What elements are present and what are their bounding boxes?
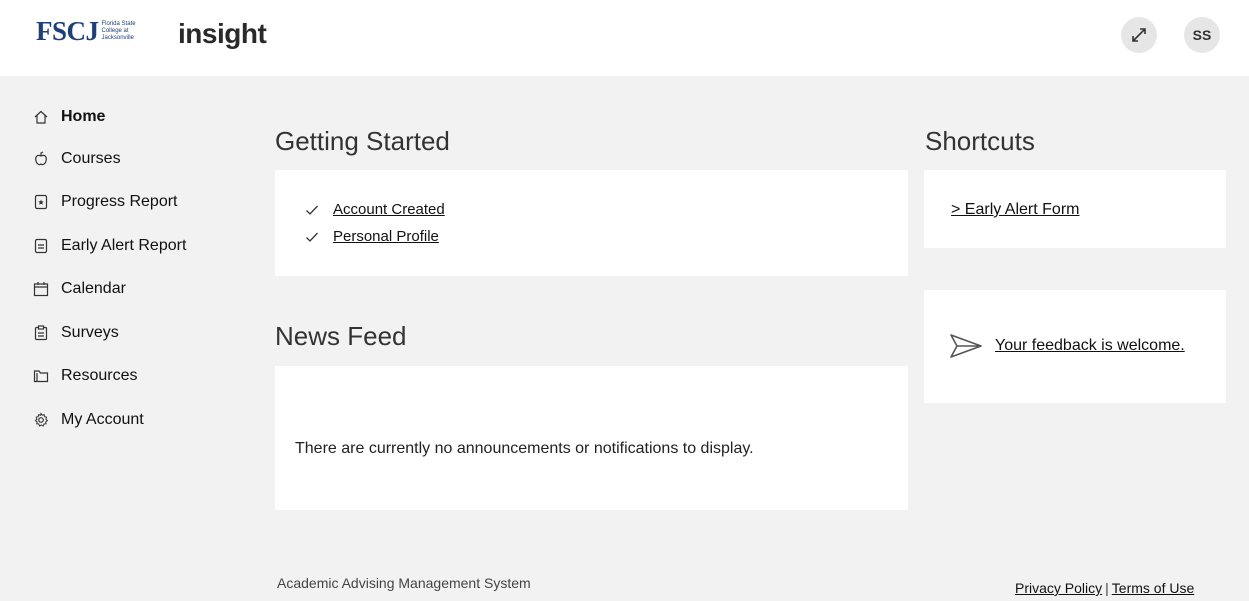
footer-system-name: Academic Advising Management System	[277, 575, 531, 591]
sidebar-item-label: My Account	[61, 410, 144, 428]
sidebar-item-progress-report[interactable]: Progress Report	[32, 181, 232, 225]
sidebar-item-my-account[interactable]: My Account	[32, 398, 232, 442]
news-feed-card: There are currently no announcements or …	[275, 366, 908, 510]
star-document-icon	[32, 193, 50, 211]
privacy-policy-link[interactable]: Privacy Policy	[1015, 580, 1102, 596]
calendar-icon	[32, 280, 50, 298]
news-feed-empty-message: There are currently no announcements or …	[295, 440, 754, 457]
sidebar-item-early-alert-report[interactable]: Early Alert Report	[32, 224, 232, 268]
terms-of-use-link[interactable]: Terms of Use	[1112, 580, 1194, 596]
feedback-row[interactable]: Your feedback is welcome.	[949, 332, 1185, 360]
early-alert-form-link[interactable]: > Early Alert Form	[951, 201, 1079, 219]
checkmark-icon	[306, 205, 318, 215]
app-logo[interactable]: insight	[178, 18, 267, 50]
sidebar-item-label: Early Alert Report	[61, 236, 187, 254]
sidebar-item-calendar[interactable]: Calendar	[32, 268, 232, 312]
news-feed-title: News Feed	[275, 321, 407, 351]
sidebar-item-label: Resources	[61, 367, 138, 385]
expand-icon	[1132, 28, 1146, 42]
feedback-card: Your feedback is welcome.	[924, 290, 1226, 403]
getting-started-title: Getting Started	[275, 126, 450, 156]
gear-icon	[32, 411, 50, 429]
document-icon	[32, 237, 50, 255]
sidebar-item-label: Surveys	[61, 323, 119, 341]
sidebar-item-surveys[interactable]: Surveys	[32, 311, 232, 355]
sidebar-item-label: Progress Report	[61, 193, 178, 211]
sidebar-item-resources[interactable]: Resources	[32, 355, 232, 399]
sidebar-item-label: Calendar	[61, 280, 126, 298]
account-created-link[interactable]: Account Created	[333, 201, 445, 218]
folder-icon	[32, 367, 50, 385]
apple-icon	[32, 150, 50, 168]
checklist-item: Account Created	[305, 201, 445, 218]
home-icon	[32, 108, 50, 126]
checklist-item: Personal Profile	[305, 228, 439, 245]
shortcuts-title: Shortcuts	[925, 126, 1035, 156]
personal-profile-link[interactable]: Personal Profile	[333, 228, 439, 245]
top-bar: FSCJ Florida State College at Jacksonvil…	[0, 0, 1249, 76]
sidebar-item-label: Courses	[61, 149, 121, 167]
sidebar-item-label: Home	[61, 107, 106, 125]
footer-links: Privacy Policy | Terms of Use	[1015, 580, 1194, 596]
shortcuts-card: > Early Alert Form	[924, 170, 1226, 248]
sidebar-item-courses[interactable]: Courses	[32, 137, 232, 181]
avatar[interactable]: SS	[1184, 17, 1220, 53]
expand-button[interactable]	[1121, 17, 1157, 53]
checkmark-icon	[306, 232, 318, 242]
send-icon	[950, 334, 982, 358]
sidebar-item-home[interactable]: Home	[32, 96, 232, 137]
college-logo-text: FSCJ	[36, 16, 99, 46]
getting-started-card: Account Created Personal Profile	[275, 170, 908, 276]
college-logo-subtext: Florida State College at Jacksonville	[101, 21, 136, 41]
footer-separator: |	[1105, 580, 1109, 596]
feedback-link[interactable]: Your feedback is welcome.	[995, 337, 1185, 355]
college-logo[interactable]: FSCJ Florida State College at Jacksonvil…	[36, 16, 148, 47]
clipboard-icon	[32, 324, 50, 342]
sidebar-nav: Home Courses Progress Report Early Alert…	[32, 96, 232, 442]
